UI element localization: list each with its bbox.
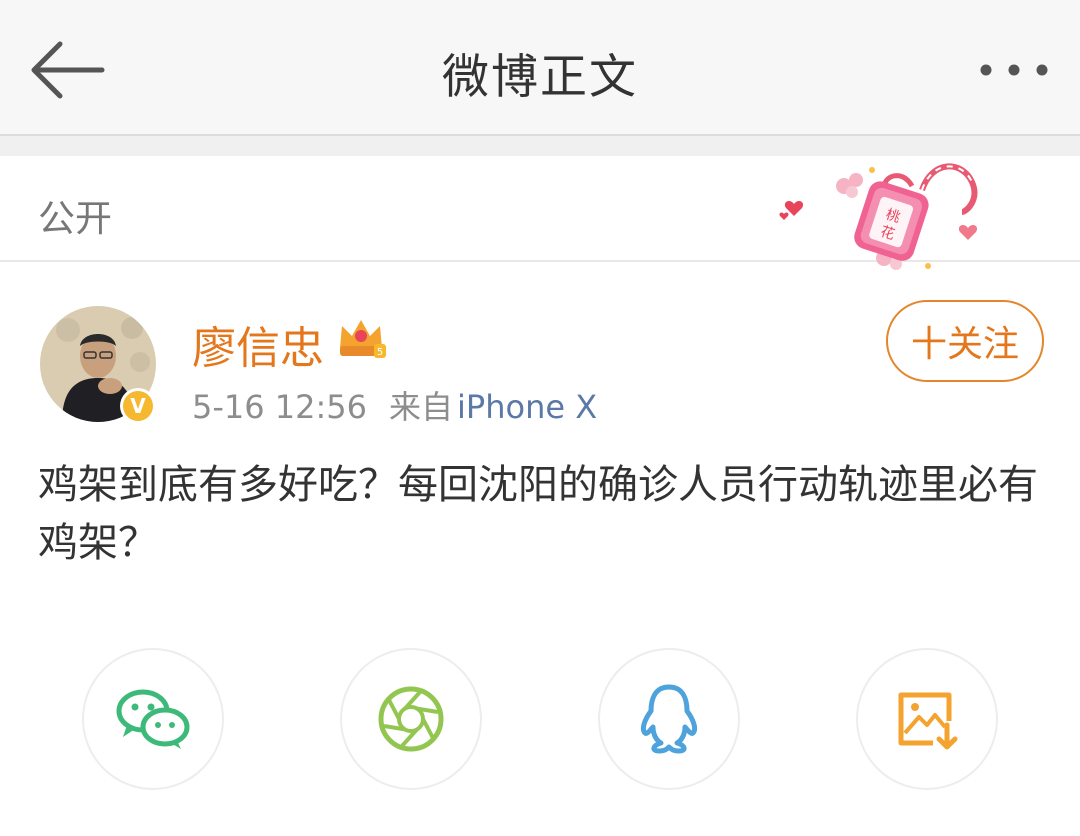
post-text: 鸡架到底有多好吃？每回沈阳的确诊人员行动轨迹里必有鸡架？: [38, 462, 1038, 566]
author-avatar[interactable]: V: [40, 306, 156, 424]
verified-badge-icon: V: [120, 388, 156, 424]
follow-button[interactable]: 十关注: [886, 300, 1044, 382]
qq-penguin-icon: [640, 684, 698, 754]
share-qq-button[interactable]: [598, 648, 740, 790]
top-navigation-bar: 微博正文: [0, 0, 1080, 136]
share-moments-button[interactable]: [340, 648, 482, 790]
share-wechat-button[interactable]: [82, 648, 224, 790]
member-crown-icon: 5: [340, 320, 386, 358]
save-image-icon: [898, 692, 958, 750]
svg-text:V: V: [130, 394, 146, 418]
visibility-label: 公开: [38, 197, 112, 240]
source-prefix: 来自: [389, 388, 454, 426]
post-meta: 5-16 12:56 来自 iPhone X: [192, 382, 597, 428]
more-options-button[interactable]: [972, 50, 1060, 90]
post-timestamp: 5-16 12:56: [192, 388, 368, 426]
wechat-icon: [116, 689, 190, 749]
save-image-button[interactable]: [856, 648, 998, 790]
moments-aperture-icon: [378, 686, 444, 752]
visibility-row: 公开 桃 花: [0, 156, 1080, 270]
section-divider: [0, 136, 1080, 156]
more-dots-icon: [980, 64, 1048, 76]
source-device-link[interactable]: iPhone X: [457, 388, 597, 426]
author-name[interactable]: 廖信忠: [192, 312, 324, 376]
page-title: 微博正文: [442, 50, 638, 105]
svg-text:5: 5: [377, 347, 383, 358]
peach-blossom-charm-sticker: 桃 花: [779, 163, 978, 270]
